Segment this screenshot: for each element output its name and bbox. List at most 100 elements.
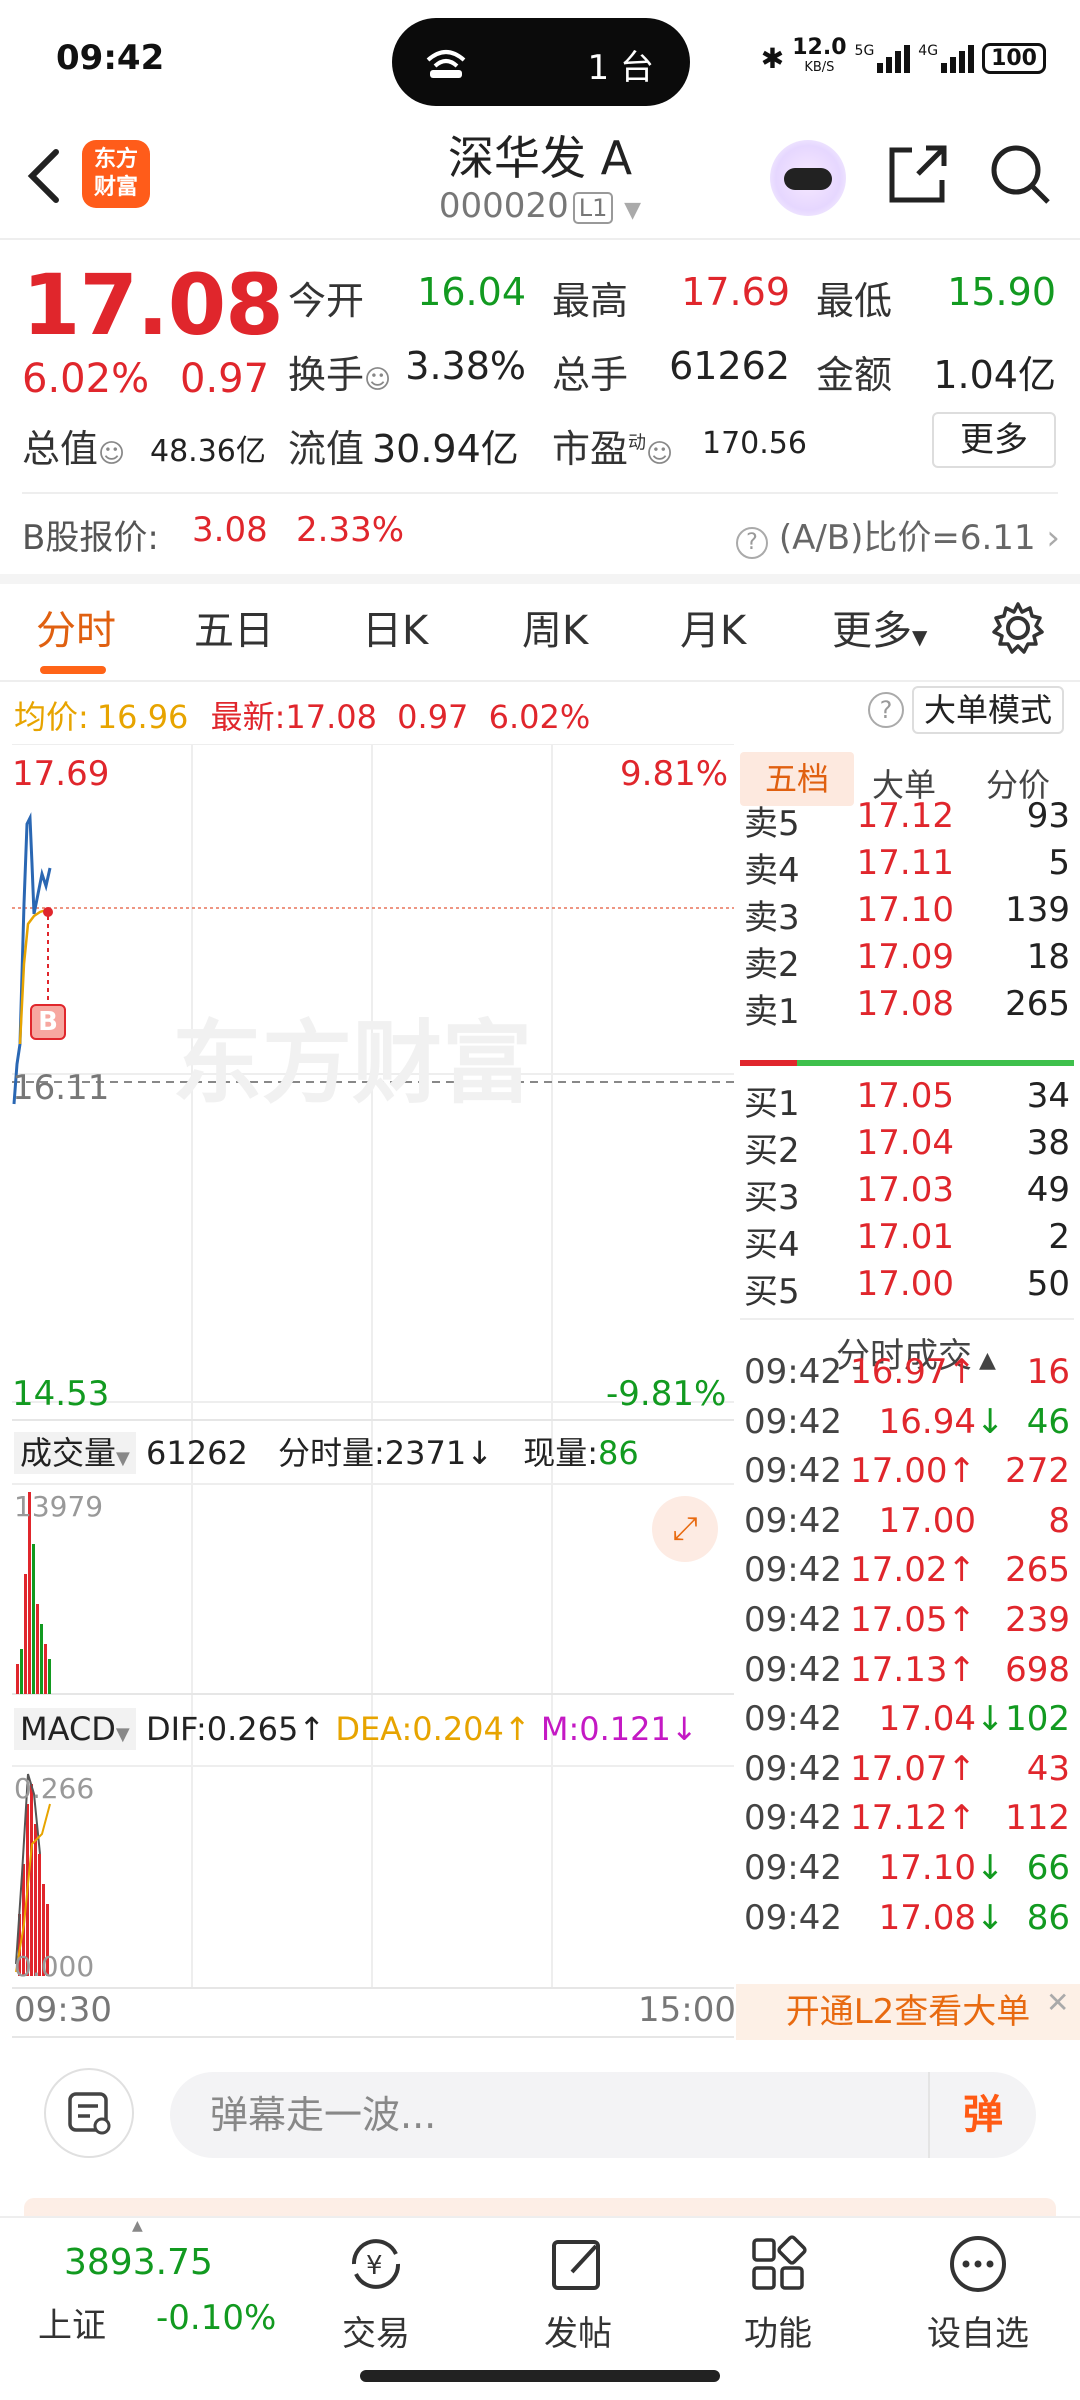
comment-settings-icon[interactable] — [44, 2068, 134, 2158]
level-label: 买5 — [744, 1272, 800, 1312]
index-name[interactable]: 上证 — [38, 2298, 106, 2347]
time-axis-start: 09:30 — [14, 1990, 112, 2030]
mktcap-label[interactable]: 总值☺ — [22, 418, 125, 473]
tick-row: 09:42 17.08 ↓ 86 — [744, 1898, 1074, 1948]
tab-intraday[interactable]: 分时 — [36, 598, 116, 656]
volume-value: 61262 — [669, 344, 790, 388]
index-value[interactable]: 3893.75 — [64, 2242, 213, 2283]
float-value: 30.94亿 — [372, 427, 519, 471]
tab-day-k[interactable]: 日K — [362, 598, 428, 656]
expand-icon[interactable]: ⤢ — [652, 1496, 718, 1562]
volume-header: 成交量▼ 61262 分时量:2371↓ 现量:86 — [14, 1428, 639, 1474]
tick-time: 09:42 — [744, 1699, 842, 1740]
info-icon: ☺ — [364, 365, 392, 395]
b-share-price: 3.08 — [192, 510, 268, 550]
tick-time: 09:42 — [744, 1798, 842, 1839]
tick-price: 17.08 ↓ — [878, 1897, 1005, 1938]
info-icon: ☺ — [98, 439, 126, 469]
tick-row: 09:42 17.10 ↓ 66 — [744, 1848, 1074, 1898]
tick-volume: 66 — [1026, 1848, 1070, 1888]
help-icon[interactable]: ? — [868, 692, 904, 728]
tick-row: 09:42 17.02↑ 265 — [744, 1550, 1074, 1600]
watermark: 东方财富 — [172, 1011, 532, 1116]
tick-row: 09:42 17.05↑ 239 — [744, 1600, 1074, 1650]
nav-add-watchlist[interactable]: 设自选 — [908, 2232, 1048, 2355]
macd-axis-top: 0.266 — [14, 1772, 95, 1805]
level-volume: 34 — [1026, 1076, 1070, 1116]
last-price: 17.08 — [22, 256, 284, 354]
level-label: 买1 — [744, 1084, 800, 1124]
tick-row: 09:42 17.12↑ 112 — [744, 1798, 1074, 1848]
ai-assistant-icon[interactable] — [770, 140, 846, 216]
y-axis-top-pct: 9.81% — [620, 754, 729, 794]
high-value: 17.69 — [681, 270, 790, 314]
bid-row: 买4 17.01 2 — [744, 1217, 1074, 1265]
tab-more[interactable]: 更多▼ — [832, 598, 927, 656]
bid-row: 买2 17.04 38 — [744, 1123, 1074, 1171]
stock-code: 000020 — [438, 186, 569, 226]
tick-price: 17.13↑ — [850, 1649, 976, 1690]
nav-trade[interactable]: ¥ 交易 — [306, 2232, 446, 2355]
ask-row: 卖3 17.10 139 — [744, 890, 1074, 938]
settings-gear-icon[interactable] — [990, 600, 1046, 656]
close-icon[interactable]: ✕ — [1046, 1986, 1069, 2019]
tick-time: 09:42 — [744, 1352, 842, 1392]
ab-ratio-row[interactable]: ? (A/B)比价=6.11 › — [736, 510, 1060, 559]
amount-value: 1.04亿 — [933, 353, 1056, 397]
tick-volume: 16 — [1026, 1352, 1070, 1392]
l2-promo-banner[interactable]: 开通L2查看大单 — [736, 1984, 1080, 2040]
net-speed: 12.0 KB/S — [792, 35, 847, 76]
change-pct: 6.02% — [22, 356, 150, 402]
tick-volume: 265 — [1005, 1550, 1070, 1591]
ask-row: 卖2 17.09 18 — [744, 937, 1074, 985]
level-price: 17.01 — [856, 1217, 954, 1257]
big-order-mode-button[interactable]: 大单模式 — [912, 686, 1064, 734]
danmaku-toggle-button[interactable]: 弹 — [928, 2072, 1036, 2158]
tick-row: 09:42 17.04 ↓ 102 — [744, 1699, 1074, 1749]
tick-price: 17.05↑ — [850, 1600, 976, 1640]
ab-ratio: (A/B)比价=6.11 — [778, 518, 1036, 558]
index-pct[interactable]: -0.10% — [156, 2298, 276, 2338]
chevron-down-icon: ▼ — [624, 198, 642, 223]
volume-axis-max: 13979 — [14, 1490, 104, 1523]
dynamic-island[interactable]: 1 台 — [392, 18, 690, 106]
level-volume: 2 — [1048, 1217, 1070, 1257]
macd-indicator-select[interactable]: MACD▼ — [14, 1708, 136, 1750]
level-price: 17.11 — [856, 843, 954, 883]
nav-post[interactable]: 发帖 — [508, 2232, 648, 2355]
tick-volume: 112 — [1005, 1798, 1070, 1839]
tick-price: 17.00↑ — [850, 1451, 976, 1492]
pe-label[interactable]: 市盈动☺ — [552, 418, 673, 473]
open-value: 16.04 — [417, 270, 526, 314]
level-label: 卖3 — [744, 898, 800, 938]
info-icon: ☺ — [646, 439, 674, 469]
buy-marker-badge[interactable]: B — [30, 1004, 66, 1040]
level-label: 卖5 — [744, 804, 800, 844]
search-icon[interactable] — [988, 142, 1052, 206]
tab-five-day[interactable]: 五日 — [194, 598, 274, 656]
time-axis-end: 15:00 — [638, 1990, 736, 2030]
share-icon[interactable] — [886, 142, 950, 206]
tick-price: 17.02↑ — [850, 1550, 976, 1591]
macd-header: MACD▼ DIF:0.265↑ DEA:0.204↑ M:0.121↓ — [14, 1708, 698, 1750]
tab-month-k[interactable]: 月K — [680, 598, 746, 656]
open-label: 今开 — [288, 279, 365, 323]
tick-time: 09:42 — [744, 1748, 842, 1789]
level-badge: L1 — [572, 191, 614, 224]
tick-price: 17.10 ↓ — [878, 1848, 1005, 1888]
tick-price: 17.00 — [878, 1500, 976, 1541]
bid-row: 买5 17.00 50 — [744, 1264, 1074, 1312]
level-price: 17.12 — [856, 796, 954, 836]
danmaku-input[interactable]: 弹幕走一波... — [170, 2072, 1036, 2158]
turnover-label[interactable]: 换手☺ — [288, 344, 391, 399]
level-volume: 93 — [1026, 796, 1070, 836]
nav-functions[interactable]: 功能 — [708, 2232, 848, 2355]
status-time: 09:42 — [56, 38, 165, 78]
device-count: 1 台 — [587, 48, 654, 88]
volume-indicator-select[interactable]: 成交量▼ — [14, 1432, 136, 1474]
home-indicator[interactable] — [360, 2370, 720, 2382]
tick-price: 16.94 ↓ — [878, 1401, 1005, 1442]
tab-week-k[interactable]: 周K — [522, 598, 588, 656]
more-quote-button[interactable]: 更多 — [932, 412, 1056, 468]
level-price: 17.05 — [856, 1076, 954, 1116]
